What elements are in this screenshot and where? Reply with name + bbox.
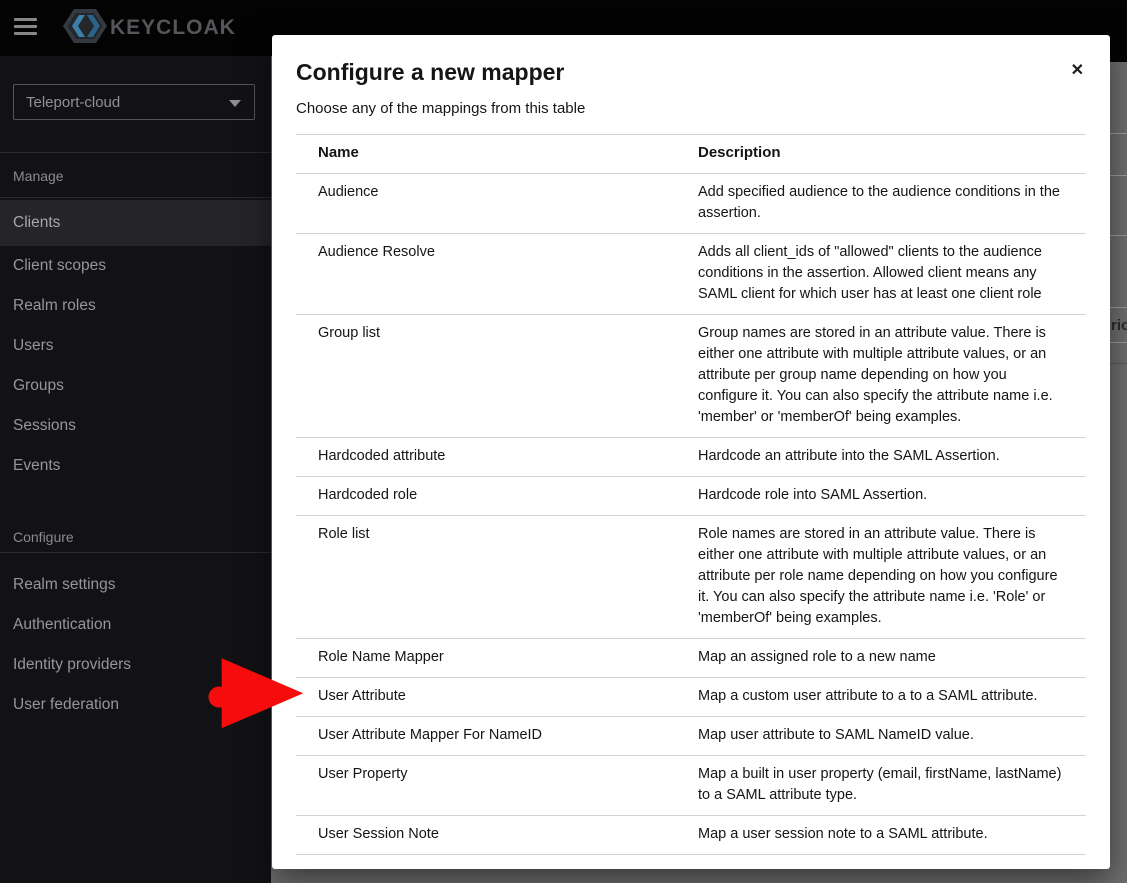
table-row-audience-resolve[interactable]: Audience Resolve Adds all client_ids of …	[296, 233, 1086, 315]
realm-selector-value: Teleport-cloud	[26, 93, 121, 111]
sidebar-item-clients[interactable]: Clients	[0, 200, 271, 246]
mapper-description: Map a custom user attribute to a to a SA…	[698, 677, 1086, 717]
mapper-description: Add specified audience to the audience c…	[698, 173, 1086, 234]
sidebar-divider	[0, 152, 271, 153]
keycloak-logo-icon	[62, 5, 108, 52]
table-row-group-list[interactable]: Group list Group names are stored in an …	[296, 314, 1086, 438]
mapper-name: Hardcoded role	[296, 476, 698, 516]
mapper-description: Map a user session note to a SAML attrib…	[698, 815, 1086, 855]
mapper-description: Map an assigned role to a new name	[698, 638, 1086, 678]
mapper-name: User Attribute	[296, 677, 698, 717]
sidebar-divider	[0, 552, 271, 553]
sidebar-item-groups[interactable]: Groups	[0, 366, 271, 406]
sidebar-item-events[interactable]: Events	[0, 446, 271, 486]
keycloak-logo[interactable]: KEYCLOAK	[62, 8, 236, 48]
column-header-description: Description	[698, 134, 1086, 174]
mapper-description: Group names are stored in an attribute v…	[698, 314, 1086, 438]
sidebar-item-realm-roles[interactable]: Realm roles	[0, 286, 271, 326]
mapper-name: Role list	[296, 515, 698, 639]
table-row-hardcoded-role[interactable]: Hardcoded role Hardcode role into SAML A…	[296, 476, 1086, 516]
keycloak-logo-text: KEYCLOAK	[110, 16, 236, 39]
mapper-name: Group list	[296, 314, 698, 438]
mapper-name: Hardcoded attribute	[296, 437, 698, 477]
column-header-name: Name	[296, 134, 698, 174]
mapper-table-header-row: Name Description	[296, 134, 1086, 174]
modal-header: Configure a new mapper Choose any of the…	[272, 35, 1110, 119]
sidebar-section-configure-label: Configure	[13, 529, 74, 545]
table-row-user-attribute-mapper-for-nameid[interactable]: User Attribute Mapper For NameID Map use…	[296, 716, 1086, 756]
mapper-name: User Session Note	[296, 815, 698, 855]
sidebar: Teleport-cloud Manage Clients Client sco…	[0, 56, 271, 883]
realm-selector[interactable]: Teleport-cloud	[13, 84, 255, 120]
sidebar-item-user-federation[interactable]: User federation	[0, 685, 271, 725]
sidebar-item-sessions[interactable]: Sessions	[0, 406, 271, 446]
dimmed-background-page	[1110, 0, 1127, 883]
mapper-name: Audience	[296, 173, 698, 234]
table-row-hardcoded-attribute[interactable]: Hardcoded attribute Hardcode an attribut…	[296, 437, 1086, 477]
sidebar-item-users[interactable]: Users	[0, 326, 271, 366]
table-row-user-attribute[interactable]: User Attribute Map a custom user attribu…	[296, 677, 1086, 717]
modal-title: Configure a new mapper	[296, 59, 565, 85]
sidebar-item-identity-providers[interactable]: Identity providers	[0, 645, 271, 685]
keycloak-admin-console: KEYCLOAK Teleport-cloud Manage Clients C…	[0, 0, 1127, 883]
table-row-role-name-mapper[interactable]: Role Name Mapper Map an assigned role to…	[296, 638, 1086, 678]
hamburger-menu-icon[interactable]	[14, 16, 38, 40]
modal-subtitle: Choose any of the mappings from this tab…	[296, 100, 586, 117]
mapper-description: Hardcode an attribute into the SAML Asse…	[698, 437, 1086, 477]
mapper-description: Map a built in user property (email, fir…	[698, 755, 1086, 816]
sidebar-item-realm-settings[interactable]: Realm settings	[0, 565, 271, 605]
mapper-name: User Property	[296, 755, 698, 816]
chevron-down-icon	[229, 100, 241, 107]
table-row-user-property[interactable]: User Property Map a built in user proper…	[296, 755, 1086, 816]
sidebar-divider	[0, 197, 271, 198]
table-row-user-session-note[interactable]: User Session Note Map a user session not…	[296, 815, 1086, 855]
mapper-description: Adds all client_ids of "allowed" clients…	[698, 233, 1086, 315]
sidebar-nav-manage: Clients Client scopes Realm roles Users …	[0, 200, 271, 486]
mapper-name: User Attribute Mapper For NameID	[296, 716, 698, 756]
mapper-name: Audience Resolve	[296, 233, 698, 315]
mapper-description: Hardcode role into SAML Assertion.	[698, 476, 1086, 516]
table-row-role-list[interactable]: Role list Role names are stored in an at…	[296, 515, 1086, 639]
mapper-description: Role names are stored in an attribute va…	[698, 515, 1086, 639]
sidebar-nav-configure: Realm settings Authentication Identity p…	[0, 565, 271, 725]
configure-mapper-modal: Configure a new mapper Choose any of the…	[272, 35, 1110, 869]
sidebar-item-authentication[interactable]: Authentication	[0, 605, 271, 645]
background-page-fragment: rio	[1111, 317, 1127, 334]
table-row-audience[interactable]: Audience Add specified audience to the a…	[296, 173, 1086, 234]
sidebar-section-manage-label: Manage	[13, 168, 64, 184]
close-icon[interactable]: ✕	[1071, 63, 1084, 79]
mapper-name: Role Name Mapper	[296, 638, 698, 678]
mapper-description: Map user attribute to SAML NameID value.	[698, 716, 1086, 756]
mapper-table: Name Description Audience Add specified …	[296, 134, 1086, 855]
sidebar-item-client-scopes[interactable]: Client scopes	[0, 246, 271, 286]
